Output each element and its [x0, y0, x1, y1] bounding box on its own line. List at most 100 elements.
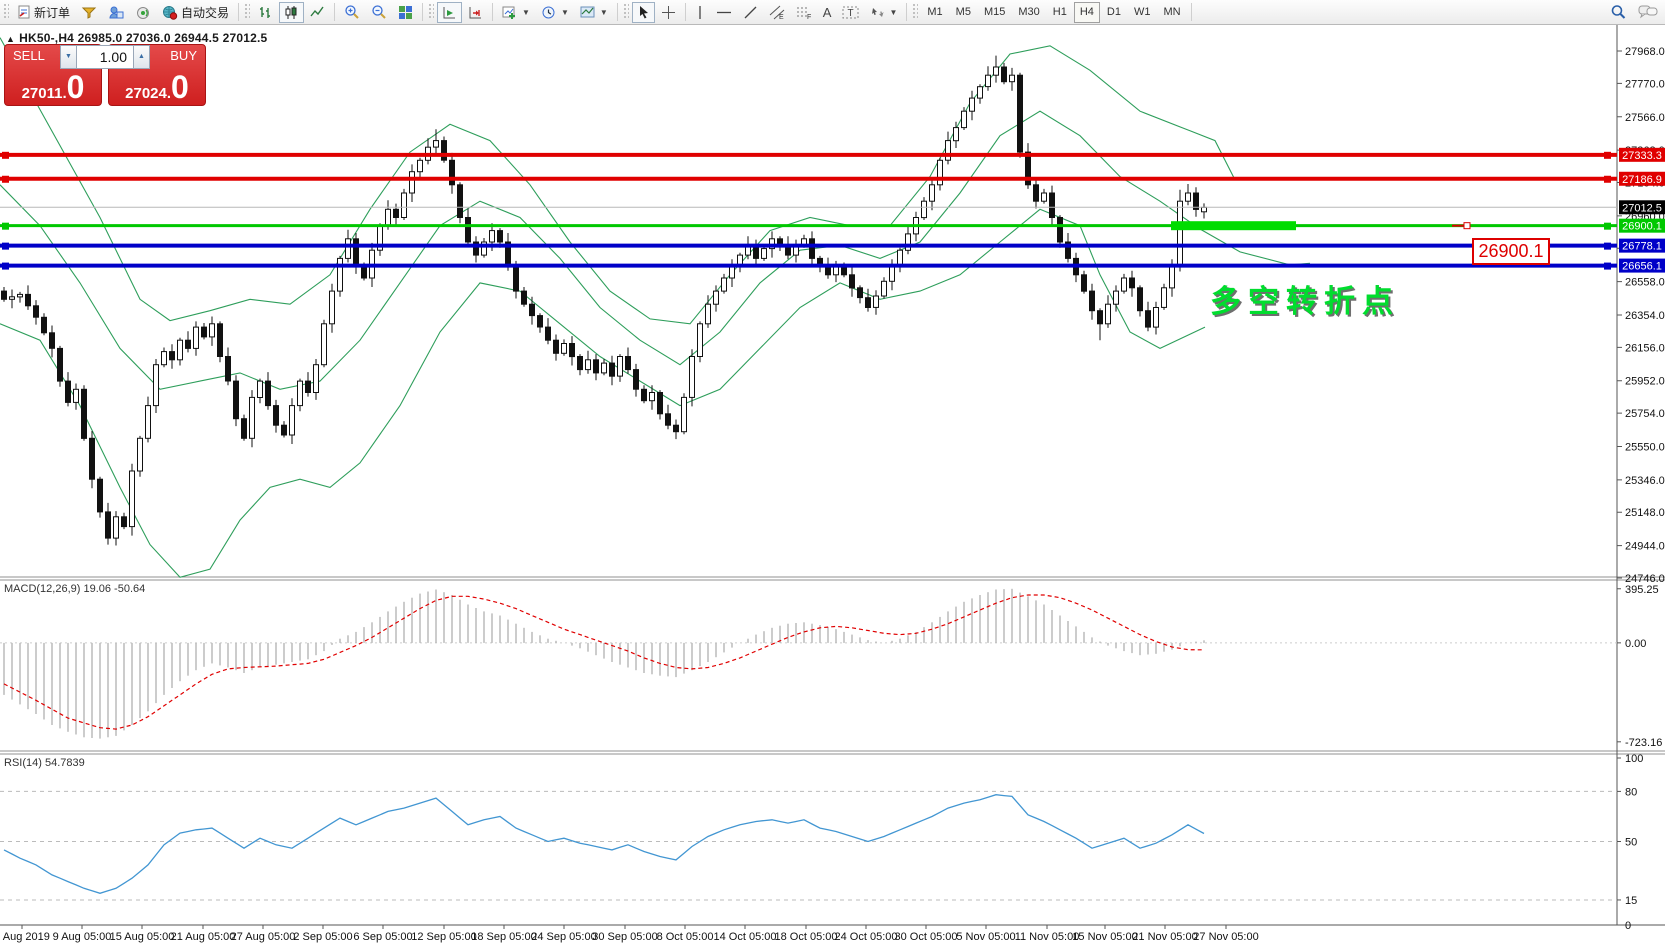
tile-windows-button[interactable]	[393, 2, 418, 23]
volume-decrease-button[interactable]: ▼	[60, 45, 77, 69]
cursor-icon	[637, 5, 650, 19]
candle	[113, 516, 119, 539]
channel-tool-button[interactable]: E	[764, 2, 790, 23]
price-level-tag[interactable]: 26900.1	[1472, 238, 1550, 265]
candle	[929, 184, 935, 202]
candle	[961, 110, 967, 129]
new-order-icon	[17, 5, 31, 19]
candle	[577, 356, 583, 371]
timeframe-h4-button[interactable]: H4	[1073, 1, 1100, 23]
vertical-line-icon	[695, 5, 705, 20]
candle	[129, 470, 135, 528]
candle	[633, 369, 639, 390]
timeframe-w1-button[interactable]: W1	[1128, 2, 1157, 23]
candle	[465, 217, 471, 243]
candle	[249, 396, 255, 439]
auto-scroll-button[interactable]	[437, 1, 463, 23]
data-window-button[interactable]	[103, 2, 129, 23]
candle	[49, 332, 55, 349]
toolbar-separator	[492, 3, 494, 21]
sell-label: SELL	[13, 48, 45, 63]
new-chart-button[interactable]: ▼	[497, 2, 535, 23]
zoom-out-button[interactable]	[366, 2, 392, 23]
turning-point-annotation[interactable]: 多空转折点	[1210, 276, 1400, 321]
candlestick-chart-button[interactable]	[279, 1, 305, 23]
market-watch-button[interactable]	[76, 2, 102, 23]
timeframe-m15-button[interactable]: M15	[978, 2, 1011, 23]
macd-pane: 395.25 0.00 -723.16	[0, 584, 1662, 749]
svg-text:26900.1: 26900.1	[1622, 221, 1662, 233]
candle	[417, 159, 423, 173]
chat-button[interactable]	[1633, 2, 1663, 23]
chart-symbol: HK50-,H4	[19, 31, 75, 45]
fibonacci-icon: F	[796, 5, 812, 20]
signals-button[interactable]	[130, 2, 156, 23]
time-label: 27 Aug 05:00	[231, 931, 296, 943]
periods-button[interactable]: ▼	[536, 2, 574, 23]
candle	[1121, 277, 1127, 292]
candle	[313, 364, 319, 394]
crosshair-tool-button[interactable]	[656, 2, 681, 23]
candle	[569, 343, 575, 358]
bar-chart-button[interactable]	[253, 2, 278, 23]
candle	[457, 184, 463, 219]
candle	[1105, 303, 1111, 325]
chart-open: 26985.0	[77, 31, 123, 45]
volume-increase-button[interactable]: ▲	[133, 45, 150, 69]
candle	[529, 303, 535, 317]
trendline-tool-button[interactable]	[738, 2, 763, 23]
search-icon	[1610, 4, 1627, 20]
new-order-button[interactable]: 新订单	[12, 2, 75, 23]
chart-area[interactable]: 27968.027770.027566.027362.027164.026960…	[0, 25, 1665, 950]
templates-button[interactable]: ▼	[575, 2, 613, 23]
volume-input[interactable]	[77, 45, 133, 69]
toolbar-grip[interactable]	[913, 4, 919, 20]
svg-text:25754.0: 25754.0	[1625, 408, 1665, 420]
toolbar-grip[interactable]	[245, 4, 251, 20]
candle	[873, 295, 879, 308]
horizontal-line-tool-button[interactable]	[711, 2, 737, 23]
zoom-in-button[interactable]	[339, 2, 365, 23]
candle	[185, 339, 191, 349]
candle	[281, 424, 287, 436]
toolbar-separator	[684, 3, 686, 21]
timeframe-m1-button[interactable]: M1	[921, 2, 948, 23]
time-label: 24 Oct 05:00	[835, 931, 898, 943]
collapse-arrow-icon[interactable]: ▲	[6, 34, 15, 44]
cursor-tool-button[interactable]	[631, 1, 655, 23]
candle	[1057, 217, 1063, 243]
candle	[353, 238, 359, 268]
timeframe-d1-button[interactable]: D1	[1101, 2, 1127, 23]
chart-shift-button[interactable]	[463, 2, 488, 23]
candle	[649, 392, 655, 402]
timeframe-mn-button[interactable]: MN	[1157, 2, 1186, 23]
vertical-line-tool-button[interactable]	[690, 2, 710, 23]
candle	[921, 200, 927, 219]
candle	[625, 356, 631, 371]
timeframe-h1-button[interactable]: H1	[1047, 2, 1073, 23]
chart-shift-icon	[468, 5, 483, 20]
line-handle	[1604, 262, 1611, 270]
candle	[25, 293, 31, 307]
timeframe-m30-button[interactable]: M30	[1012, 2, 1045, 23]
timeframe-m5-button[interactable]: M5	[950, 2, 977, 23]
pane-frames	[0, 25, 1665, 926]
candle	[601, 362, 607, 374]
toolbar-grip[interactable]	[429, 4, 435, 20]
candle	[849, 274, 855, 289]
fibonacci-tool-button[interactable]: F	[791, 2, 817, 23]
svg-text:100: 100	[1625, 753, 1643, 765]
line-chart-button[interactable]	[305, 2, 330, 23]
toolbar-separator	[616, 3, 618, 21]
bollinger-bands	[0, 37, 1311, 578]
arrows-tool-button[interactable]: ▼	[865, 2, 902, 23]
auto-trading-button[interactable]: 自动交易	[157, 2, 234, 23]
toolbar-grip[interactable]	[4, 4, 9, 20]
macd-signal-line	[3, 594, 1204, 730]
chart-high: 27036.0	[125, 31, 171, 45]
text-label-tool-button[interactable]: T	[837, 2, 864, 23]
search-button[interactable]	[1605, 2, 1632, 23]
svg-text:0.00: 0.00	[1625, 638, 1646, 650]
text-tool-button[interactable]: A	[818, 2, 837, 23]
toolbar-grip[interactable]	[623, 4, 629, 20]
